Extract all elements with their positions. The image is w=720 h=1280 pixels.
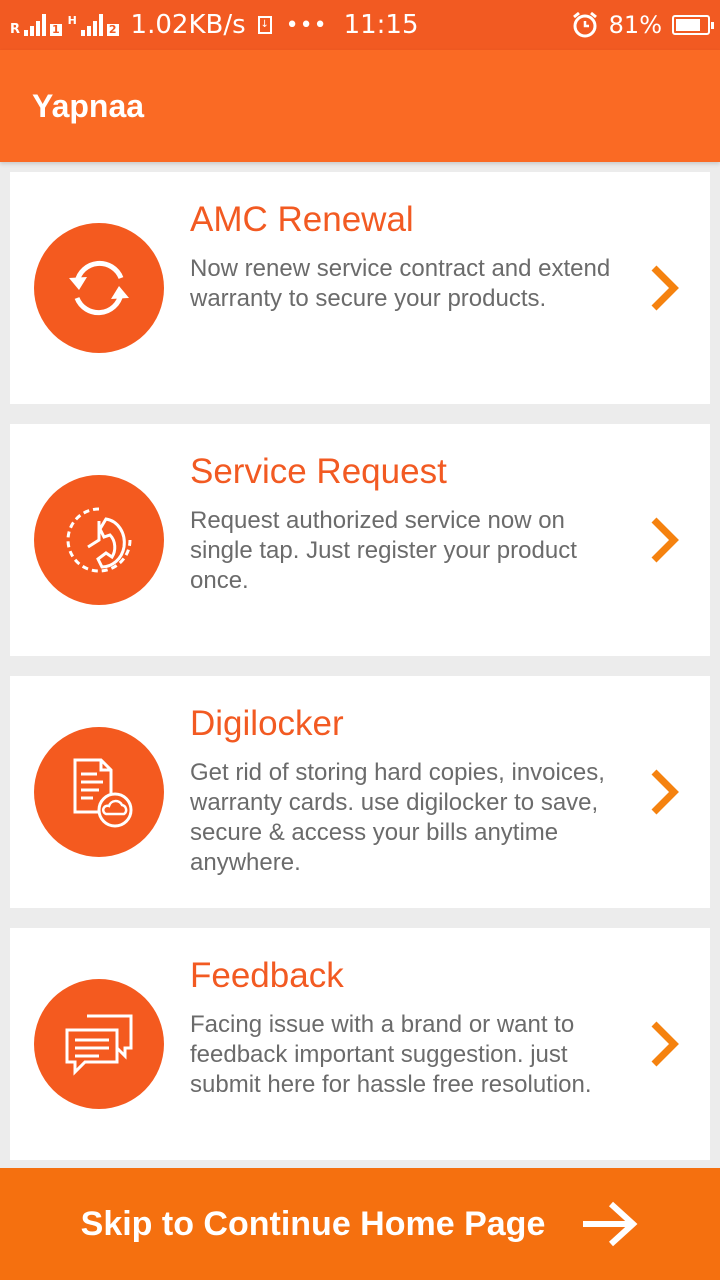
skip-to-home-button[interactable]: Skip to Continue Home Page [0, 1168, 720, 1280]
more-notifications-icon: ••• [285, 12, 328, 38]
chevron-right-icon[interactable] [648, 768, 682, 816]
card-description: Request authorized service now on single… [190, 507, 577, 594]
chevron-right-icon[interactable] [648, 1020, 682, 1068]
card-title: Feedback [190, 956, 344, 995]
clock-phone-icon [34, 475, 164, 605]
clock-time: 11:15 [343, 10, 419, 40]
signal-sim1-icon: R 1 [10, 14, 62, 36]
card-description: Get rid of storing hard copies, invoices… [190, 759, 605, 876]
card-title: AMC Renewal [190, 200, 414, 239]
app-bar: Yapnaa [0, 50, 720, 162]
status-bar: R 1 H 2 1.02KB/s ↓ ••• 11:15 81% [0, 0, 720, 50]
card-description: Facing issue with a brand or want to fee… [190, 1011, 592, 1098]
card-title: Digilocker [190, 704, 344, 743]
chevron-right-icon[interactable] [648, 264, 682, 312]
app-title: Yapnaa [32, 87, 145, 124]
battery-percent: 81% [608, 11, 662, 39]
card-service-request[interactable]: Service Request Request authorized servi… [10, 424, 710, 656]
signal-sim2-icon: H 2 [67, 14, 119, 36]
card-title: Service Request [190, 452, 447, 491]
card-amc-renewal[interactable]: AMC Renewal Now renew service contract a… [10, 172, 710, 404]
refresh-icon [34, 223, 164, 353]
arrow-right-icon [583, 1201, 638, 1247]
skip-label: Skip to Continue Home Page [80, 1204, 546, 1243]
alarm-icon [572, 11, 597, 38]
battery-icon [672, 15, 714, 35]
chevron-right-icon[interactable] [648, 516, 682, 564]
card-description: Now renew service contract and extend wa… [190, 255, 611, 312]
chat-bubbles-icon [34, 979, 164, 1109]
download-icon: ↓ [257, 16, 272, 34]
document-cloud-icon [34, 727, 164, 857]
card-feedback[interactable]: Feedback Facing issue with a brand or wa… [10, 928, 710, 1160]
card-digilocker[interactable]: Digilocker Get rid of storing hard copie… [10, 676, 710, 908]
network-speed: 1.02KB/s [130, 10, 246, 40]
